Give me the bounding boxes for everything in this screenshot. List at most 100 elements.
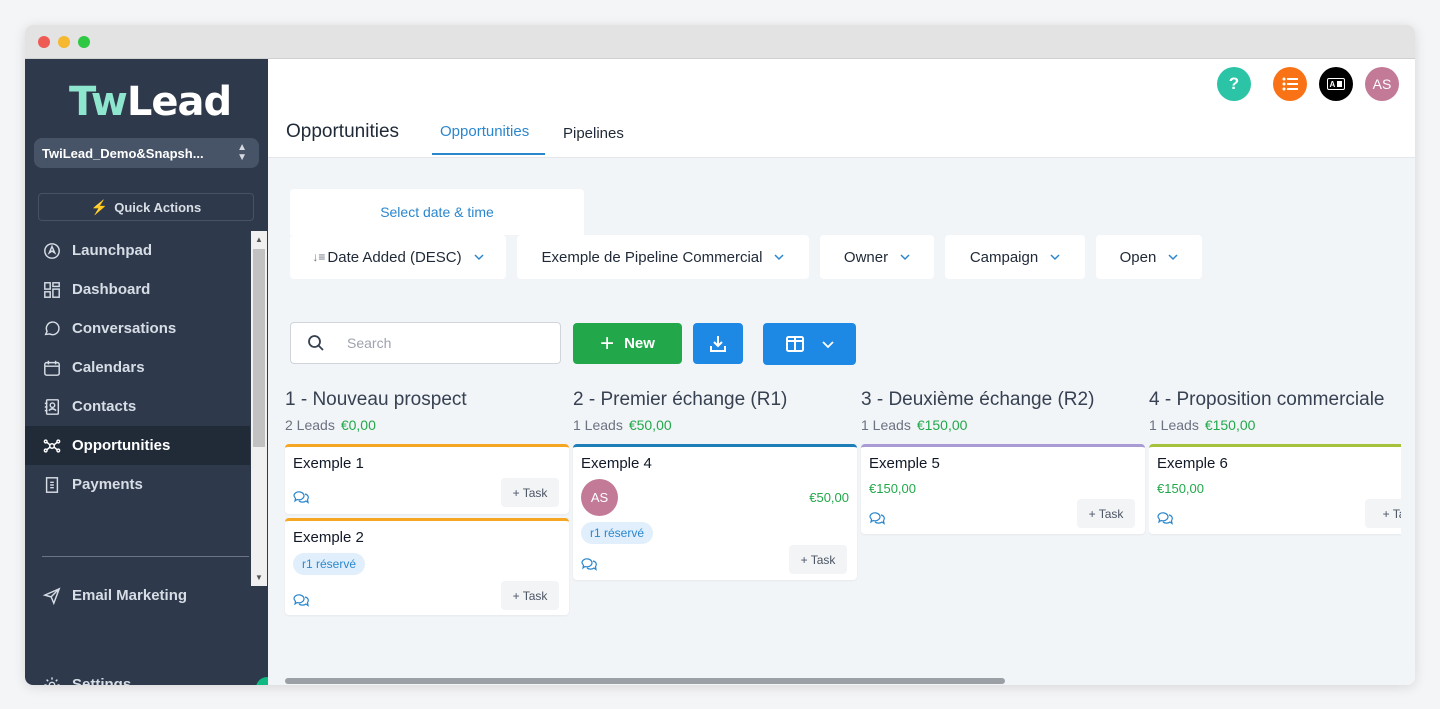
account-switcher[interactable]: TwiLead_Demo&Snapsh... ▲ ▼ bbox=[34, 138, 259, 168]
card-title: Exemple 6 bbox=[1157, 455, 1228, 472]
stage-total-amount: €50,00 bbox=[628, 417, 672, 433]
sidebar-item-calendars[interactable]: Calendars bbox=[25, 348, 250, 387]
opportunity-card[interactable]: Exemple 6 €150,00 + Ta bbox=[1149, 444, 1401, 534]
add-task-button[interactable]: + Task bbox=[789, 545, 847, 574]
minimize-window-button[interactable] bbox=[58, 36, 70, 48]
page-title: Opportunities bbox=[286, 121, 400, 142]
pipeline-stage-column: 1 - Nouveau prospect 2 Leads €0,00 Exempl… bbox=[285, 389, 569, 615]
card-title: Exemple 1 bbox=[293, 455, 364, 472]
opportunity-card[interactable]: Exemple 4 AS €50,00 r1 réservé + Task bbox=[573, 444, 857, 580]
stage-total-amount: €150,00 bbox=[1204, 417, 1256, 433]
sidebar-item-dashboard[interactable]: Dashboard bbox=[25, 270, 250, 309]
stage-title: 2 - Premier échange (R1) bbox=[573, 389, 788, 410]
active-tab-indicator bbox=[432, 153, 545, 155]
stage-title: 3 - Deuxième échange (R2) bbox=[861, 389, 1095, 410]
stage-total-amount: €0,00 bbox=[340, 417, 376, 433]
sidebar-item-settings[interactable]: Settings bbox=[25, 665, 131, 685]
board-horizontal-scrollbar[interactable] bbox=[285, 678, 1005, 684]
account-name: TwiLead_Demo&Snapsh... bbox=[42, 145, 204, 161]
stage-title: 4 - Proposition commerciale bbox=[1149, 389, 1385, 410]
sort-dropdown[interactable]: ↓≡ Date Added (DESC) bbox=[290, 235, 506, 279]
logo-prefix: Tw bbox=[69, 79, 128, 125]
opportunity-card[interactable]: Exemple 2 r1 réservé + Task bbox=[285, 518, 569, 615]
columns-icon bbox=[785, 336, 804, 352]
quick-actions-label: Quick Actions bbox=[114, 199, 202, 215]
sidebar-item-label: Email Marketing bbox=[72, 587, 188, 604]
avatar-initials: AS bbox=[1372, 76, 1392, 92]
card-title: Exemple 2 bbox=[293, 529, 364, 546]
help-button[interactable]: ? bbox=[1217, 67, 1251, 101]
comments-icon[interactable] bbox=[869, 511, 885, 525]
main-content: Opportunities Opportunities Pipelines ? … bbox=[268, 59, 1415, 685]
chevron-down-icon bbox=[821, 341, 834, 349]
sidebar-item-launchpad[interactable]: Launchpad bbox=[25, 231, 250, 270]
add-task-button[interactable]: + Task bbox=[501, 478, 559, 507]
rocket-icon bbox=[42, 241, 62, 261]
help-icon: ? bbox=[1228, 74, 1240, 93]
add-task-button[interactable]: + Task bbox=[1077, 499, 1135, 528]
stage-lead-count: 1 Leads bbox=[1149, 417, 1199, 433]
new-opportunity-button[interactable]: + New bbox=[573, 323, 682, 364]
comments-icon[interactable] bbox=[1157, 511, 1173, 525]
opportunity-card[interactable]: Exemple 5 €150,00 + Task bbox=[861, 444, 1145, 534]
comments-icon[interactable] bbox=[293, 593, 309, 607]
sidebar-item-payments[interactable]: Payments bbox=[25, 465, 250, 504]
campaign-dropdown[interactable]: Campaign bbox=[945, 235, 1085, 279]
add-task-button[interactable]: + Task bbox=[501, 581, 559, 610]
stage-summary: 2 Leads €0,00 bbox=[285, 417, 569, 433]
sidebar-item-conversations[interactable]: Conversations bbox=[25, 309, 250, 348]
sidebar: TwLead TwiLead_Demo&Snapsh... ▲ ▼ ⚡ Quick… bbox=[25, 59, 278, 685]
language-button[interactable]: A bbox=[1319, 67, 1353, 101]
list-button[interactable] bbox=[1273, 67, 1307, 101]
comments-icon[interactable] bbox=[293, 490, 309, 504]
tag-badge: r1 réservé bbox=[293, 553, 366, 575]
date-time-picker[interactable]: Select date & time bbox=[290, 189, 584, 235]
quick-actions-button[interactable]: ⚡ Quick Actions bbox=[38, 193, 254, 221]
sidebar-item-opportunities[interactable]: Opportunities bbox=[25, 426, 250, 465]
sidebar-item-email-marketing[interactable]: Email Marketing bbox=[25, 576, 187, 615]
gear-icon bbox=[42, 675, 62, 685]
tab-opportunities[interactable]: Opportunities bbox=[440, 123, 529, 140]
sidebar-item-contacts[interactable]: Contacts bbox=[25, 387, 250, 426]
sidebar-item-label: Contacts bbox=[72, 398, 137, 415]
maximize-window-button[interactable] bbox=[78, 36, 90, 48]
sidebar-item-label: Launchpad bbox=[72, 242, 153, 259]
list-icon bbox=[1282, 77, 1298, 91]
search-input[interactable] bbox=[345, 334, 539, 352]
add-task-button[interactable]: + Ta bbox=[1365, 499, 1401, 528]
search-icon bbox=[308, 335, 324, 351]
view-toggle-button[interactable] bbox=[763, 323, 856, 365]
stage-summary: 1 Leads €150,00 bbox=[1149, 417, 1401, 433]
pipeline-dropdown[interactable]: Exemple de Pipeline Commercial bbox=[517, 235, 809, 279]
new-button-label: New bbox=[624, 335, 655, 352]
sidebar-scroll-thumb[interactable] bbox=[253, 249, 265, 447]
pipeline-stage-column: 4 - Proposition commerciale 1 Leads €150,… bbox=[1149, 389, 1401, 534]
status-dropdown[interactable]: Open bbox=[1096, 235, 1202, 279]
twilead-logo[interactable]: TwLead bbox=[63, 79, 233, 125]
translate-icon: A bbox=[1327, 78, 1345, 90]
user-avatar[interactable]: AS bbox=[1365, 67, 1399, 101]
stage-total-amount: €150,00 bbox=[916, 417, 968, 433]
paper-plane-icon bbox=[42, 586, 62, 606]
sort-label: Date Added (DESC) bbox=[327, 248, 462, 266]
window-titlebar bbox=[25, 25, 1415, 59]
pipeline-label: Exemple de Pipeline Commercial bbox=[541, 248, 763, 266]
download-icon bbox=[710, 335, 726, 352]
sidebar-item-label: Settings bbox=[72, 676, 132, 685]
card-amount: €150,00 bbox=[869, 481, 916, 496]
scroll-down-arrow[interactable]: ▼ bbox=[255, 573, 263, 582]
comments-icon[interactable] bbox=[581, 557, 597, 571]
opportunity-card[interactable]: Exemple 1 + Task bbox=[285, 444, 569, 514]
scroll-up-arrow[interactable]: ▲ bbox=[255, 235, 263, 244]
import-button[interactable] bbox=[693, 323, 743, 364]
sidebar-item-label: Dashboard bbox=[72, 281, 151, 298]
app-window: TwLead TwiLead_Demo&Snapsh... ▲ ▼ ⚡ Quick… bbox=[25, 25, 1415, 685]
close-window-button[interactable] bbox=[38, 36, 50, 48]
sidebar-scrollbar[interactable]: ▲ ▼ bbox=[251, 231, 267, 586]
sidebar-item-label: Payments bbox=[72, 476, 143, 493]
sort-icon: ↓≡ bbox=[312, 250, 326, 264]
owner-dropdown[interactable]: Owner bbox=[820, 235, 934, 279]
tab-pipelines[interactable]: Pipelines bbox=[563, 125, 624, 142]
card-amount: €150,00 bbox=[1157, 481, 1204, 496]
receipt-icon bbox=[42, 475, 62, 495]
